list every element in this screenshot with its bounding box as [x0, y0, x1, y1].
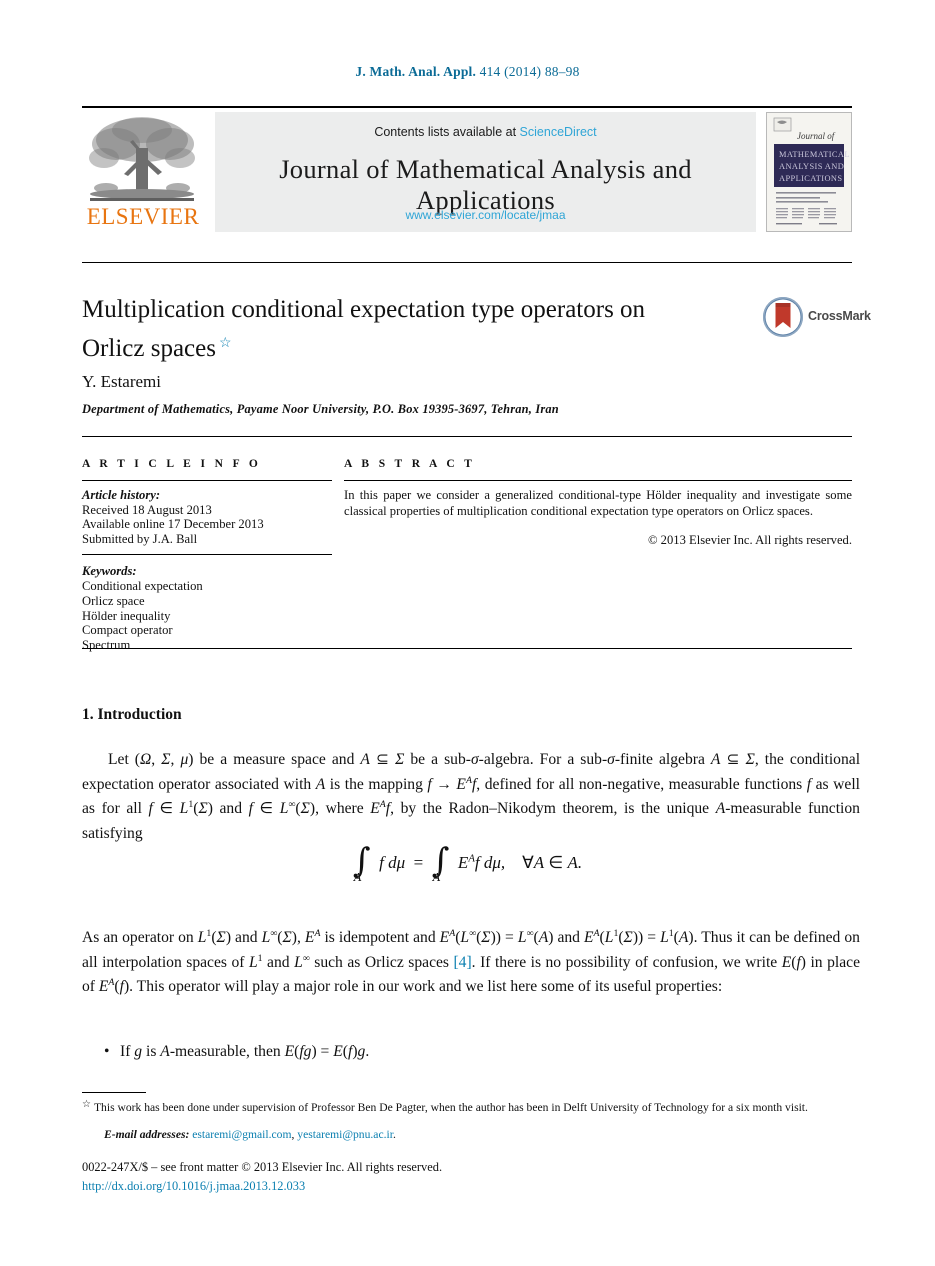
keyword-item: Conditional expectation — [82, 578, 203, 593]
journal-masthead: ELSEVIER Contents lists available at Sci… — [82, 106, 852, 232]
contents-prefix: Contents lists available at — [374, 125, 517, 139]
masthead-banner: Contents lists available at ScienceDirec… — [215, 112, 756, 232]
integral-sign-icon: ∫ A — [431, 841, 450, 884]
article-info-rule-1 — [82, 480, 332, 481]
running-head-volume: 414 (2014) 88–98 — [479, 64, 580, 79]
footnote-rule — [82, 1092, 146, 1093]
abstract-text: In this paper we consider a generalized … — [344, 488, 852, 518]
svg-text:ANALYSIS AND: ANALYSIS AND — [779, 162, 844, 171]
list-item: • If g is A-measurable, then E(fg) = E(f)… — [104, 1040, 844, 1064]
sciencedirect-link[interactable]: ScienceDirect — [520, 125, 597, 139]
svg-text:MATHEMATICAL: MATHEMATICAL — [779, 150, 850, 159]
article-history-label: Article history: — [82, 488, 161, 502]
display-equation-1: ∫ A f dμ = ∫ A EAf dμ, ∀A ∈ A. — [352, 841, 583, 884]
abstract-bottom-rule — [82, 648, 852, 649]
section-heading-introduction: 1. Introduction — [82, 706, 182, 723]
journal-cover-thumbnail: Journal of MATHEMATICAL ANALYSIS AND APP… — [766, 112, 852, 232]
article-info-rule-2 — [82, 553, 332, 555]
keyword-item: Spectrum — [82, 638, 131, 653]
keywords-label: Keywords: — [82, 563, 137, 578]
email-link-2[interactable]: yestaremi@pnu.ac.ir — [297, 1128, 393, 1141]
keywords-block: Keywords: Conditional expectation Orlicz… — [82, 562, 332, 653]
article-history-submitted: Submitted by J.A. Ball — [82, 532, 198, 547]
keyword-item: Orlicz space — [82, 593, 145, 608]
citation-link[interactable]: [4] — [453, 954, 471, 971]
paragraph-intro-1: Let (Ω, Σ, μ) be a measure space and A ⊆… — [82, 751, 861, 842]
bullet-icon: • — [104, 1043, 110, 1060]
author-affiliation: Department of Mathematics, Payame Noor U… — [82, 402, 559, 416]
title-top-rule — [82, 262, 852, 263]
abstract-column: A B S T R A C T In this paper we conside… — [344, 458, 852, 548]
affiliation-rule — [82, 436, 852, 437]
integral-sign-icon: ∫ A — [352, 841, 371, 884]
elsevier-logo: ELSEVIER — [82, 112, 204, 232]
contents-available-line: Contents lists available at ScienceDirec… — [215, 125, 756, 139]
paragraph-intro-2: As an operator on L1(Σ) and L∞(Σ), EA is… — [82, 927, 860, 995]
list-item-text: If g is A-measurable, then E(fg) = E(f)g… — [120, 1043, 370, 1060]
article-info-column: A R T I C L E I N F O Article history: R… — [82, 458, 332, 653]
keyword-item: Compact operator — [82, 623, 173, 638]
doi-link[interactable]: http://dx.doi.org/10.1016/j.jmaa.2013.12… — [82, 1179, 305, 1194]
article-history-block: Article history: Received 18 August 2013… — [82, 488, 332, 554]
article-history-received: Received 18 August 2013 — [82, 502, 212, 517]
keyword-item: Hölder inequality — [82, 608, 171, 623]
email-addresses-line: E-mail addresses: estaremi@gmail.com, ye… — [104, 1128, 396, 1141]
crossmark-label: CrossMark — [808, 309, 871, 323]
article-history-online: Available online 17 December 2013 — [82, 517, 264, 532]
email-label: E-mail addresses: — [104, 1128, 190, 1141]
running-head: J. Math. Anal. Appl. 414 (2014) 88–98 — [0, 64, 935, 80]
elsevier-tree-icon — [86, 114, 198, 206]
running-head-journal: J. Math. Anal. Appl. — [355, 64, 477, 79]
paper-page: J. Math. Anal. Appl. 414 (2014) 88–98 EL… — [0, 0, 935, 1266]
crossmark-icon — [762, 296, 804, 338]
email-link-1[interactable]: estaremi@gmail.com — [192, 1128, 291, 1141]
footnote-body: This work has been done under supervisio… — [93, 1101, 808, 1114]
svg-text:APPLICATIONS: APPLICATIONS — [779, 174, 842, 183]
abstract-rule — [344, 480, 852, 481]
footnote-star-icon: ☆ — [82, 1099, 91, 1110]
title-footnote-star-icon[interactable]: ☆ — [219, 336, 232, 351]
abstract-copyright: © 2013 Elsevier Inc. All rights reserved… — [647, 533, 852, 547]
elsevier-wordmark: ELSEVIER — [86, 204, 200, 229]
title-text: Multiplication conditional expectation t… — [82, 296, 646, 362]
crossmark-badge[interactable]: CrossMark — [762, 296, 871, 340]
article-info-heading: A R T I C L E I N F O — [82, 458, 262, 470]
author-name: Y. Estaremi — [82, 372, 162, 391]
issn-copyright-line: 0022-247X/$ – see front matter © 2013 El… — [82, 1160, 443, 1174]
journal-homepage-link[interactable]: www.elsevier.com/locate/jmaa — [215, 208, 756, 222]
abstract-heading: A B S T R A C T — [344, 458, 476, 470]
properties-list: • If g is A-measurable, then E(fg) = E(f)… — [104, 1040, 844, 1064]
footnote-text: ☆ This work has been done under supervisi… — [82, 1098, 860, 1116]
page-title: Multiplication conditional expectation t… — [82, 293, 712, 366]
svg-text:Journal of: Journal of — [797, 131, 836, 141]
journal-title: Journal of Mathematical Analysis and App… — [279, 154, 692, 215]
